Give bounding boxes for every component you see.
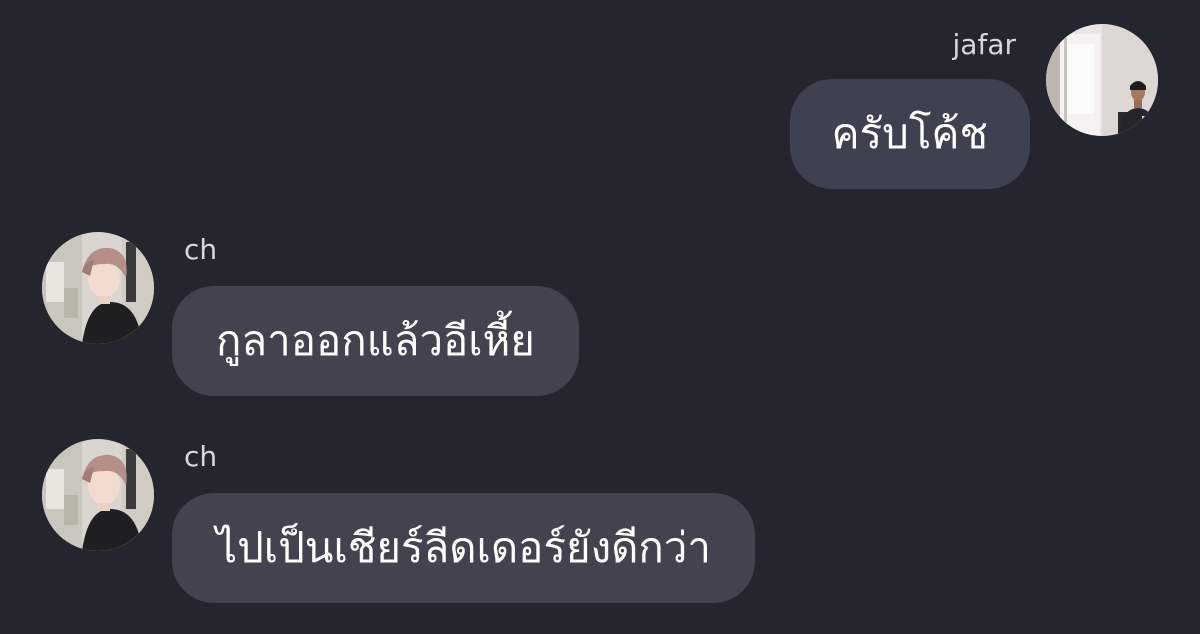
- message-bubble-outgoing[interactable]: ครับโค้ช: [789, 79, 1030, 189]
- message-bubble-incoming[interactable]: ไปเป็นเชียร์ลีดเดอร์ยังดีกว่า: [172, 493, 755, 603]
- message-text: ครับโค้ช: [831, 109, 988, 158]
- message-bubble-incoming[interactable]: กูลาออกแล้วอีเหี้ย: [172, 286, 579, 396]
- avatar-jafar[interactable]: [1046, 24, 1158, 136]
- user-photo-icon: [1046, 24, 1158, 136]
- sender-name-jafar: jafar: [952, 28, 1016, 61]
- user-photo-icon: [42, 439, 154, 551]
- message-text: กูลาออกแล้วอีเหี้ย: [216, 316, 535, 365]
- avatar-ch[interactable]: [42, 439, 154, 551]
- avatar-ch[interactable]: [42, 232, 154, 344]
- user-photo-icon: [42, 232, 154, 344]
- sender-name-ch: ch: [184, 440, 218, 473]
- message-text: ไปเป็นเชียร์ลีดเดอร์ยังดีกว่า: [216, 523, 711, 572]
- sender-name-ch: ch: [184, 233, 218, 266]
